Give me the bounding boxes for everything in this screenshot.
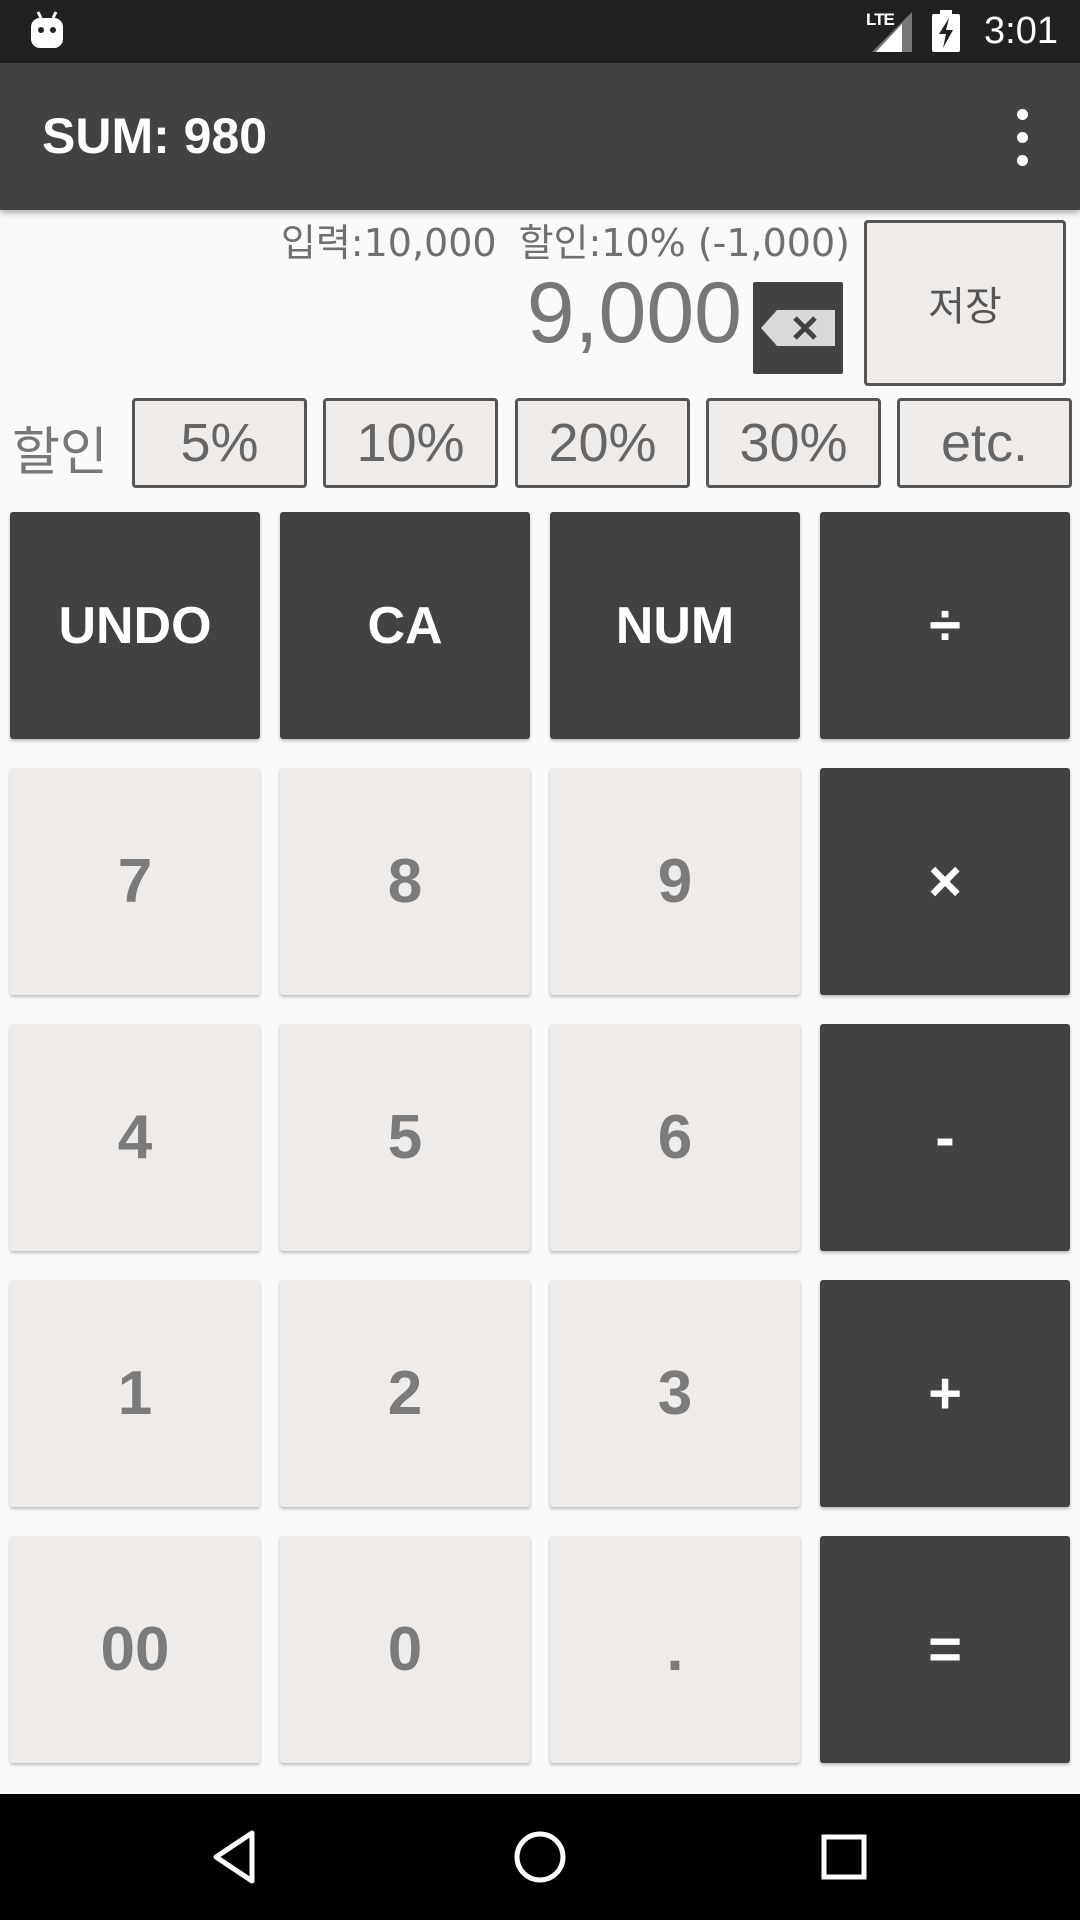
undo-button[interactable]: UNDO <box>10 512 260 739</box>
more-vert-icon[interactable] <box>1000 103 1046 173</box>
home-icon[interactable] <box>510 1827 570 1887</box>
minus-button[interactable]: - <box>820 1024 1070 1251</box>
divide-button[interactable]: ÷ <box>820 512 1070 739</box>
app-title: SUM: 980 <box>42 108 268 164</box>
key-00[interactable]: 00 <box>10 1536 260 1763</box>
signal-icon <box>872 12 912 52</box>
key-9[interactable]: 9 <box>550 768 800 995</box>
discount-etc-button[interactable]: etc. <box>897 398 1072 488</box>
app-bar: SUM: 980 <box>0 63 1080 210</box>
android-notification-icon <box>31 11 63 48</box>
discount-20-button[interactable]: 20% <box>515 398 690 488</box>
clear-all-button[interactable]: CA <box>280 512 530 739</box>
key-6[interactable]: 6 <box>550 1024 800 1251</box>
status-bar: LTE 3:01 <box>0 0 1080 63</box>
multiply-button[interactable]: × <box>820 768 1070 995</box>
key-8[interactable]: 8 <box>280 768 530 995</box>
navigation-bar <box>0 1794 1080 1920</box>
equals-button[interactable]: = <box>820 1536 1070 1763</box>
discount-10-button[interactable]: 10% <box>323 398 498 488</box>
result-value: 9,000 <box>526 265 742 361</box>
key-2[interactable]: 2 <box>280 1280 530 1507</box>
key-0[interactable]: 0 <box>280 1536 530 1763</box>
input-info: 입력:10,000 할인:10% (-1,000) <box>281 212 850 267</box>
backspace-button[interactable] <box>753 282 843 374</box>
discount-30-button[interactable]: 30% <box>706 398 881 488</box>
input-value-label: 입력:10,000 <box>280 221 497 265</box>
key-dot[interactable]: . <box>550 1536 800 1763</box>
discount-5-button[interactable]: 5% <box>132 398 307 488</box>
num-button[interactable]: NUM <box>550 512 800 739</box>
key-1[interactable]: 1 <box>10 1280 260 1507</box>
key-5[interactable]: 5 <box>280 1024 530 1251</box>
save-button[interactable]: 저장 <box>864 220 1066 386</box>
battery-charging-icon <box>932 10 960 52</box>
recents-icon[interactable] <box>814 1827 874 1887</box>
key-7[interactable]: 7 <box>10 768 260 995</box>
key-4[interactable]: 4 <box>10 1024 260 1251</box>
discount-label: 할인 <box>12 423 108 483</box>
backspace-icon <box>761 310 835 346</box>
clock: 3:01 <box>984 10 1058 52</box>
discount-info-label: 할인:10% (-1,000) <box>518 221 850 265</box>
key-3[interactable]: 3 <box>550 1280 800 1507</box>
back-icon[interactable] <box>206 1827 266 1887</box>
plus-button[interactable]: + <box>820 1280 1070 1507</box>
